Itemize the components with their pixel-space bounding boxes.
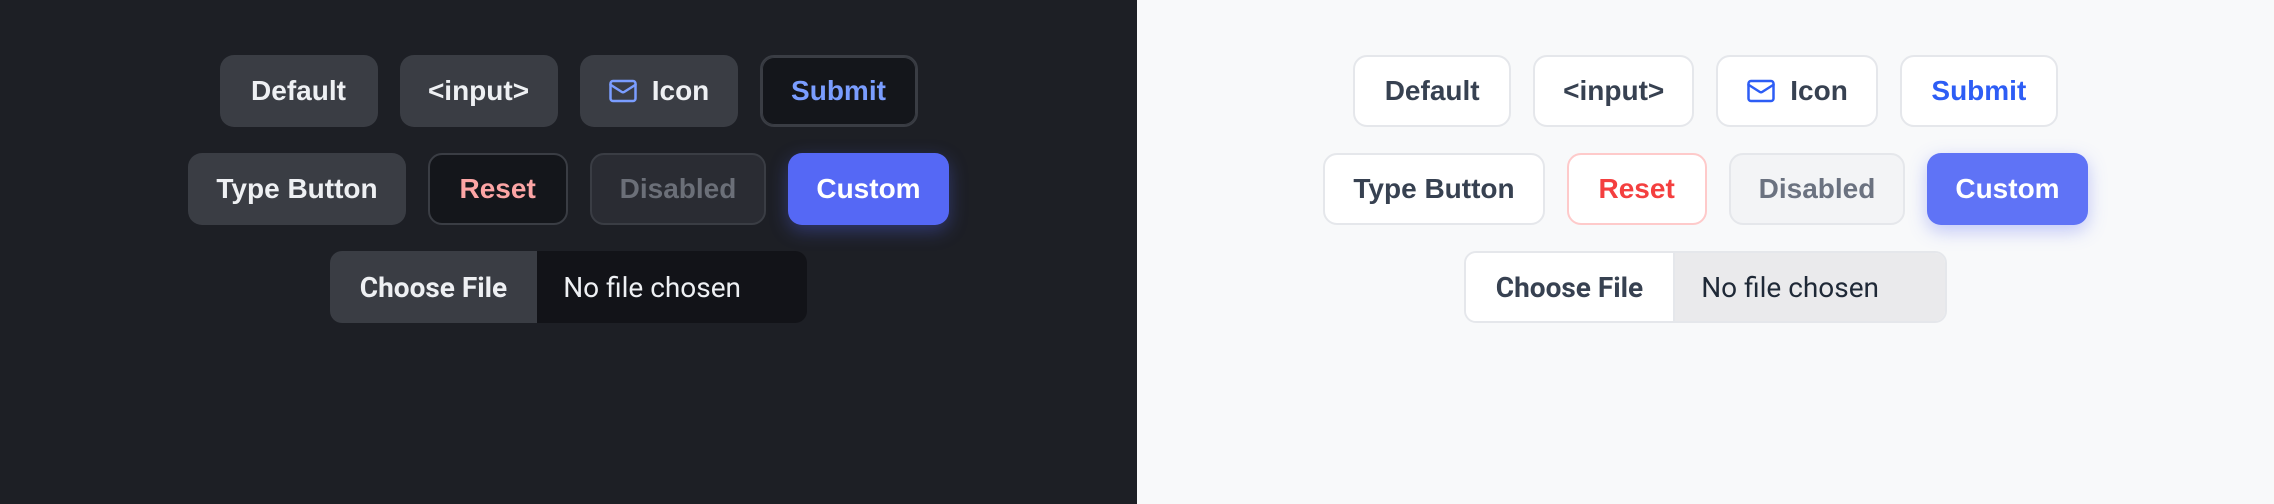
file-status: No file chosen — [1675, 253, 1945, 321]
input-button[interactable]: <input> — [1533, 55, 1694, 127]
input-button-label: <input> — [428, 75, 529, 107]
choose-file-button[interactable]: Choose File — [330, 251, 537, 323]
icon-button-label: Icon — [1790, 75, 1848, 107]
submit-button-label: Submit — [1931, 75, 2026, 107]
default-button-label: Default — [1385, 75, 1480, 107]
submit-button[interactable]: Submit — [1900, 55, 2058, 127]
default-button[interactable]: Default — [220, 55, 378, 127]
submit-button[interactable]: Submit — [760, 55, 918, 127]
reset-button-label: Reset — [460, 173, 536, 205]
type-button-label: Type Button — [216, 173, 377, 205]
light-panel: Default <input> Icon Submit Type Button … — [1137, 0, 2274, 504]
custom-button[interactable]: Custom — [1927, 153, 2087, 225]
type-button-label: Type Button — [1353, 173, 1514, 205]
custom-button-label: Custom — [816, 173, 920, 205]
custom-button-label: Custom — [1955, 173, 2059, 205]
submit-button-label: Submit — [791, 75, 886, 107]
file-status: No file chosen — [537, 251, 807, 323]
dark-panel: Default <input> Icon Submit Type Button … — [0, 0, 1137, 504]
disabled-button: Disabled — [1729, 153, 1906, 225]
disabled-button-label: Disabled — [620, 173, 737, 205]
input-button-label: <input> — [1563, 75, 1664, 107]
reset-button[interactable]: Reset — [1567, 153, 1707, 225]
icon-button[interactable]: Icon — [1716, 55, 1878, 127]
default-button-label: Default — [251, 75, 346, 107]
mail-icon — [1746, 76, 1776, 106]
mail-icon — [608, 76, 638, 106]
custom-button[interactable]: Custom — [788, 153, 948, 225]
choose-file-label: Choose File — [360, 271, 507, 304]
choose-file-label: Choose File — [1496, 271, 1643, 304]
row-3: Choose File No file chosen — [1464, 251, 1947, 323]
icon-button[interactable]: Icon — [580, 55, 738, 127]
disabled-button-label: Disabled — [1759, 173, 1876, 205]
row-3: Choose File No file chosen — [330, 251, 807, 323]
row-1: Default <input> Icon Submit — [220, 55, 918, 127]
disabled-button: Disabled — [590, 153, 767, 225]
choose-file-button[interactable]: Choose File — [1466, 253, 1675, 321]
file-input[interactable]: Choose File No file chosen — [1464, 251, 1947, 323]
row-1: Default <input> Icon Submit — [1353, 55, 2058, 127]
row-2: Type Button Reset Disabled Custom — [1323, 153, 2087, 225]
icon-button-label: Icon — [652, 75, 710, 107]
row-2: Type Button Reset Disabled Custom — [188, 153, 948, 225]
file-input[interactable]: Choose File No file chosen — [330, 251, 807, 323]
default-button[interactable]: Default — [1353, 55, 1511, 127]
type-button[interactable]: Type Button — [188, 153, 405, 225]
type-button[interactable]: Type Button — [1323, 153, 1544, 225]
reset-button-label: Reset — [1599, 173, 1675, 205]
input-button[interactable]: <input> — [400, 55, 558, 127]
reset-button[interactable]: Reset — [428, 153, 568, 225]
